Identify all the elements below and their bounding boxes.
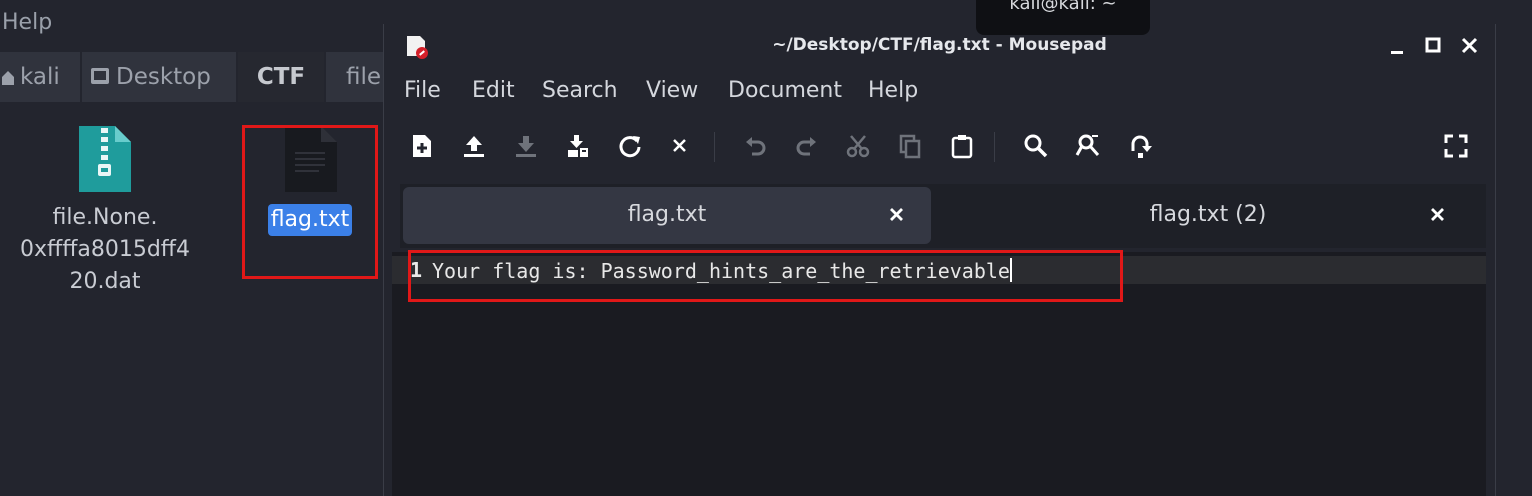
menu-search[interactable]: Search bbox=[542, 78, 618, 103]
close-tab-icon[interactable] bbox=[887, 205, 907, 225]
fullscreen-icon[interactable] bbox=[1438, 128, 1474, 164]
menubar: File Edit Search View Document Help bbox=[384, 74, 1495, 114]
tooltip-text: kali@kali: ~ bbox=[1009, 0, 1117, 14]
close-icon[interactable] bbox=[1460, 36, 1480, 56]
file-name-line: 20.dat bbox=[69, 269, 141, 294]
breadcrumb-label: Desktop bbox=[116, 64, 211, 90]
highlight-box-flag bbox=[408, 250, 1123, 302]
menu-help[interactable]: Help bbox=[868, 78, 918, 103]
undo-icon[interactable] bbox=[738, 128, 774, 164]
reload-icon[interactable] bbox=[612, 128, 648, 164]
minimize-icon[interactable] bbox=[1388, 36, 1408, 56]
zip-archive-icon bbox=[0, 124, 210, 198]
maximize-icon[interactable] bbox=[1424, 36, 1444, 56]
breadcrumb: kali Desktop CTF file bbox=[0, 52, 406, 102]
breadcrumb-home[interactable]: kali bbox=[0, 52, 82, 102]
terminal-tooltip: kali@kali: ~ bbox=[976, 0, 1150, 35]
close-document-icon[interactable] bbox=[662, 128, 698, 164]
paste-icon[interactable] bbox=[944, 128, 980, 164]
tab-flag-txt-2[interactable]: flag.txt (2) bbox=[934, 187, 1482, 244]
redo-icon[interactable] bbox=[788, 128, 824, 164]
close-tab-icon[interactable] bbox=[1428, 205, 1448, 225]
menu-file[interactable]: File bbox=[404, 78, 441, 103]
tab-flag-txt[interactable]: flag.txt bbox=[403, 187, 931, 244]
file-item-zip[interactable]: file.None. 0xffffa8015dff4 20.dat bbox=[0, 124, 210, 298]
toolbar bbox=[384, 124, 1495, 170]
search-icon[interactable] bbox=[1018, 128, 1054, 164]
copy-icon[interactable] bbox=[892, 128, 928, 164]
window-title: ~/Desktop/CTF/flag.txt - Mousepad bbox=[772, 35, 1107, 55]
highlight-box-file bbox=[242, 125, 378, 279]
breadcrumb-desktop[interactable]: Desktop bbox=[82, 52, 238, 102]
go-to-line-icon[interactable] bbox=[1122, 128, 1158, 164]
tab-label: flag.txt bbox=[627, 202, 707, 227]
breadcrumb-ctf[interactable]: CTF bbox=[238, 52, 326, 102]
breadcrumb-label: kali bbox=[20, 64, 60, 90]
desktop-icon bbox=[90, 53, 110, 103]
save-icon[interactable] bbox=[508, 128, 544, 164]
breadcrumb-label: file bbox=[346, 64, 382, 90]
file-name-line: file.None. bbox=[52, 205, 158, 230]
tab-bar: flag.txt flag.txt (2) bbox=[400, 184, 1486, 248]
menu-help[interactable]: Help bbox=[2, 10, 52, 35]
menu-document[interactable]: Document bbox=[728, 78, 842, 103]
open-icon[interactable] bbox=[456, 128, 492, 164]
new-document-icon[interactable] bbox=[404, 128, 440, 164]
save-as-icon[interactable] bbox=[560, 128, 596, 164]
file-name-line: 0xffffa8015dff4 bbox=[20, 237, 190, 262]
find-replace-icon[interactable] bbox=[1070, 128, 1106, 164]
toolbar-separator bbox=[994, 132, 995, 162]
home-icon bbox=[2, 53, 14, 103]
cut-icon[interactable] bbox=[840, 128, 876, 164]
titlebar[interactable]: ~/Desktop/CTF/flag.txt - Mousepad bbox=[384, 24, 1495, 68]
toolbar-separator bbox=[714, 132, 715, 162]
menu-view[interactable]: View bbox=[646, 78, 698, 103]
menu-edit[interactable]: Edit bbox=[472, 78, 515, 103]
breadcrumb-label: CTF bbox=[256, 64, 306, 90]
tab-label: flag.txt (2) bbox=[1149, 202, 1267, 227]
